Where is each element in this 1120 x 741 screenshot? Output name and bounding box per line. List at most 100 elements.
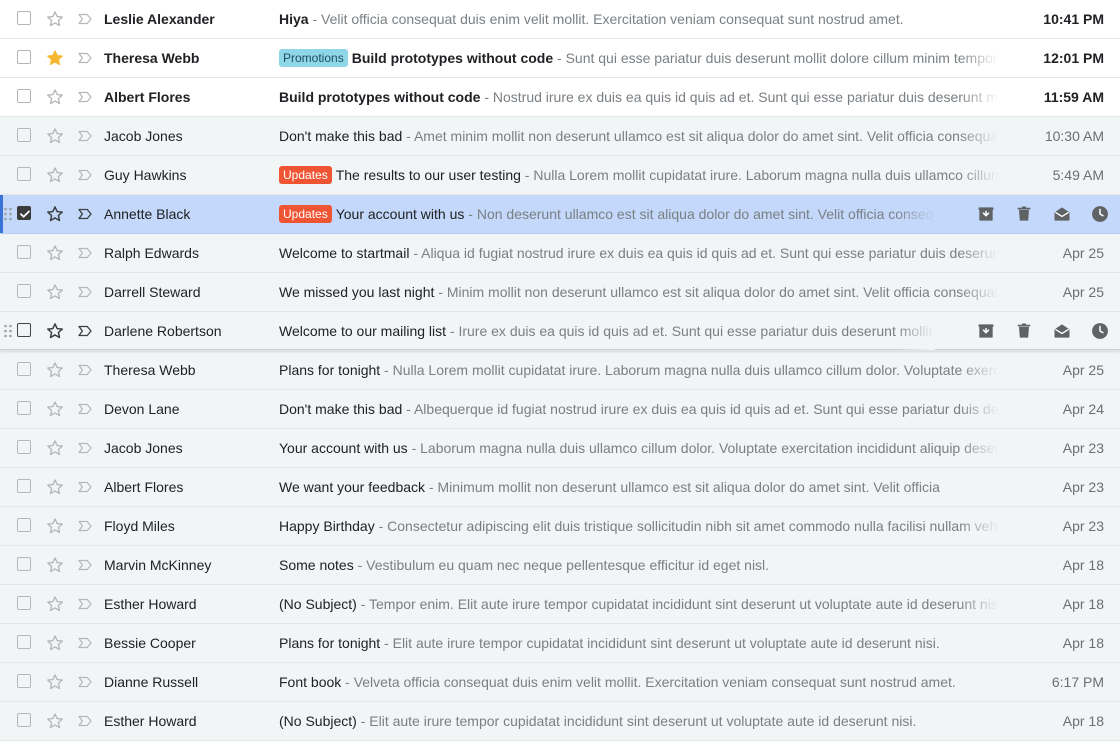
row-checkbox[interactable] [17,245,31,259]
star-icon[interactable] [45,9,65,29]
email-row[interactable]: Darlene Robertson Welcome to our mailing … [0,312,1120,351]
row-checkbox[interactable] [17,362,31,376]
important-marker-icon[interactable] [76,634,94,652]
important-marker-icon[interactable] [76,517,94,535]
row-checkbox[interactable] [17,284,31,298]
star-icon[interactable] [45,672,65,692]
message-preview[interactable]: Font book - Velveta officia consequat du… [279,663,999,701]
message-preview[interactable]: Build prototypes without code - Nostrud … [279,78,999,116]
mark-as-read-icon[interactable] [1052,204,1072,224]
important-marker-icon[interactable] [76,400,94,418]
row-checkbox[interactable] [17,89,31,103]
row-checkbox[interactable] [17,206,31,220]
snooze-icon[interactable] [1090,321,1110,341]
archive-icon[interactable] [976,204,996,224]
email-row[interactable]: Theresa Webb Promotions Build prototypes w… [0,39,1120,78]
message-preview[interactable]: We want your feedback - Minimum mollit n… [279,468,999,506]
star-icon[interactable] [45,711,65,731]
email-row[interactable]: Esther Howard (No Subject) - Elit aute ir… [0,702,1120,741]
star-icon[interactable] [45,438,65,458]
star-icon[interactable] [45,165,65,185]
important-marker-icon[interactable] [76,478,94,496]
star-icon[interactable] [45,87,65,107]
email-row[interactable]: Jacob Jones Your account with us - Laboru… [0,429,1120,468]
message-preview[interactable]: Don't make this bad - Albequerque id fug… [279,390,999,428]
drag-handle-icon[interactable] [3,324,13,338]
star-icon[interactable] [45,321,65,341]
archive-icon[interactable] [976,321,996,341]
star-icon[interactable] [45,633,65,653]
important-marker-icon[interactable] [76,283,94,301]
message-preview[interactable]: Plans for tonight - Elit aute irure temp… [279,624,999,662]
important-marker-icon[interactable] [76,205,94,223]
row-checkbox[interactable] [17,128,31,142]
message-preview[interactable]: Happy Birthday - Consectetur adipiscing … [279,507,999,545]
message-preview[interactable]: (No Subject) - Tempor enim. Elit aute ir… [279,585,999,623]
row-checkbox[interactable] [17,50,31,64]
mark-as-read-icon[interactable] [1052,321,1072,341]
row-checkbox[interactable] [17,323,31,337]
star-icon[interactable] [45,282,65,302]
email-row[interactable]: Darrell Steward We missed you last night … [0,273,1120,312]
star-icon[interactable] [45,360,65,380]
message-preview[interactable]: Hiya - Velit officia consequat duis enim… [279,0,999,38]
delete-icon[interactable] [1014,204,1034,224]
message-preview[interactable]: Don't make this bad - Amet minim mollit … [279,117,999,155]
important-marker-icon[interactable] [76,556,94,574]
email-row[interactable]: Marvin McKinney Some notes - Vestibulum e… [0,546,1120,585]
star-icon[interactable] [45,48,65,68]
message-preview[interactable]: Welcome to our mailing list - Irure ex d… [279,312,935,350]
star-icon[interactable] [45,204,65,224]
star-icon[interactable] [45,477,65,497]
message-preview[interactable]: Welcome to startmail - Aliqua id fugiat … [279,234,999,272]
delete-icon[interactable] [1014,321,1034,341]
row-checkbox[interactable] [17,167,31,181]
row-checkbox[interactable] [17,401,31,415]
message-preview[interactable]: We missed you last night - Minim mollit … [279,273,999,311]
email-row[interactable]: Ralph Edwards Welcome to startmail - Aliq… [0,234,1120,273]
row-checkbox[interactable] [17,557,31,571]
star-icon[interactable] [45,243,65,263]
row-checkbox[interactable] [17,11,31,25]
message-preview[interactable]: Some notes - Vestibulum eu quam nec nequ… [279,546,999,584]
email-row[interactable]: Albert Flores We want your feedback - Min… [0,468,1120,507]
star-icon[interactable] [45,594,65,614]
important-marker-icon[interactable] [76,322,94,340]
important-marker-icon[interactable] [76,10,94,28]
row-checkbox[interactable] [17,674,31,688]
email-row[interactable]: Theresa Webb Plans for tonight - Nulla Lo… [0,351,1120,390]
row-checkbox[interactable] [17,635,31,649]
drag-handle-icon[interactable] [3,207,13,221]
message-preview[interactable]: Updates Your account with us - Non deseru… [279,195,935,233]
important-marker-icon[interactable] [76,595,94,613]
email-row[interactable]: Annette Black Updates Your account with us… [0,195,1120,234]
email-row[interactable]: Floyd Miles Happy Birthday - Consectetur … [0,507,1120,546]
snooze-icon[interactable] [1090,204,1110,224]
row-checkbox[interactable] [17,518,31,532]
important-marker-icon[interactable] [76,88,94,106]
message-preview[interactable]: Promotions Build prototypes without code … [279,39,999,77]
star-icon[interactable] [45,516,65,536]
email-row[interactable]: Esther Howard (No Subject) - Tempor enim.… [0,585,1120,624]
email-row[interactable]: Bessie Cooper Plans for tonight - Elit au… [0,624,1120,663]
email-row[interactable]: Jacob Jones Don't make this bad - Amet mi… [0,117,1120,156]
email-row[interactable]: Dianne Russell Font book - Velveta offici… [0,663,1120,702]
row-checkbox[interactable] [17,440,31,454]
star-icon[interactable] [45,399,65,419]
row-checkbox[interactable] [17,713,31,727]
email-row[interactable]: Leslie Alexander Hiya - Velit officia con… [0,0,1120,39]
important-marker-icon[interactable] [76,166,94,184]
message-preview[interactable]: Plans for tonight - Nulla Lorem mollit c… [279,351,999,389]
message-preview[interactable]: Updates The results to our user testing -… [279,156,999,194]
row-checkbox[interactable] [17,596,31,610]
important-marker-icon[interactable] [76,127,94,145]
important-marker-icon[interactable] [76,49,94,67]
important-marker-icon[interactable] [76,361,94,379]
important-marker-icon[interactable] [76,244,94,262]
star-icon[interactable] [45,555,65,575]
message-preview[interactable]: Your account with us - Laborum magna nul… [279,429,999,467]
star-icon[interactable] [45,126,65,146]
email-row[interactable]: Devon Lane Don't make this bad - Albequer… [0,390,1120,429]
important-marker-icon[interactable] [76,673,94,691]
row-checkbox[interactable] [17,479,31,493]
